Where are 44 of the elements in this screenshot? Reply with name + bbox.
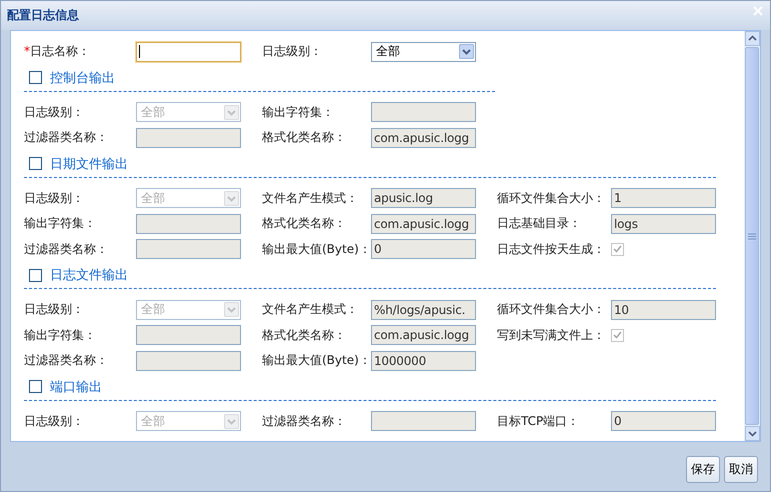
checkbox[interactable] bbox=[29, 157, 42, 170]
checkbox[interactable] bbox=[29, 71, 42, 84]
field-label: 日志基础目录： bbox=[497, 215, 582, 232]
scroll-up-icon[interactable] bbox=[744, 31, 760, 46]
field-label: 写到未写满文件上： bbox=[497, 326, 606, 344]
field-label: 日志级别： bbox=[24, 301, 85, 318]
dialog-button[interactable]: 保存 bbox=[686, 456, 720, 483]
field-label: 文件名产生模式： bbox=[262, 301, 359, 318]
field-label: 格式化类名称： bbox=[262, 215, 347, 232]
close-icon[interactable] bbox=[752, 4, 764, 16]
field-label: 日志级别： bbox=[24, 190, 85, 207]
field-label: 循环文件集合大小： bbox=[497, 301, 606, 318]
checkbox[interactable] bbox=[29, 268, 42, 282]
checkbox[interactable] bbox=[29, 380, 42, 393]
field-label: 输出最大值(Byte)： bbox=[262, 352, 371, 370]
field-label: 过滤器类名称： bbox=[262, 412, 347, 430]
field-label: *日志名称： bbox=[24, 43, 91, 60]
dialog-button[interactable]: 取消 bbox=[724, 456, 758, 483]
field-label: 格式化类名称： bbox=[262, 326, 347, 344]
section-title[interactable]: 日期文件输出 bbox=[50, 154, 128, 172]
field-label: 输出最大值(Byte)： bbox=[262, 240, 371, 258]
section-title[interactable]: 端口输出 bbox=[50, 378, 102, 396]
field-label: 格式化类名称： bbox=[262, 129, 347, 146]
field-label: 循环文件集合大小： bbox=[497, 190, 606, 207]
field-label: 日志级别： bbox=[24, 104, 85, 121]
level-dropdown[interactable]: 全部 bbox=[371, 42, 476, 62]
field-label: 输出字符集： bbox=[24, 215, 97, 232]
field-label: 过滤器类名称： bbox=[24, 240, 109, 258]
name-input[interactable] bbox=[136, 42, 241, 62]
field-label: 过滤器类名称： bbox=[24, 352, 109, 370]
field-label: 日志级别： bbox=[24, 412, 85, 430]
section-title[interactable]: 日志文件输出 bbox=[50, 266, 128, 284]
field-label: 文件名产生模式： bbox=[262, 190, 359, 207]
field-label: 过滤器类名称： bbox=[24, 129, 109, 146]
scroll-down-icon[interactable] bbox=[744, 426, 760, 441]
field-label: 输出字符集： bbox=[24, 326, 97, 344]
scrollbar[interactable] bbox=[744, 31, 760, 441]
scroll-thumb[interactable] bbox=[745, 47, 759, 425]
section-title[interactable]: 控制台输出 bbox=[50, 68, 115, 86]
field-label: 目标TCP端口： bbox=[497, 412, 580, 430]
window-title: 配置日志信息 bbox=[7, 7, 79, 24]
field-label: 日志级别： bbox=[262, 43, 323, 60]
field-label: 日志文件按天生成： bbox=[497, 240, 606, 258]
field-label: 输出字符集： bbox=[262, 104, 335, 121]
